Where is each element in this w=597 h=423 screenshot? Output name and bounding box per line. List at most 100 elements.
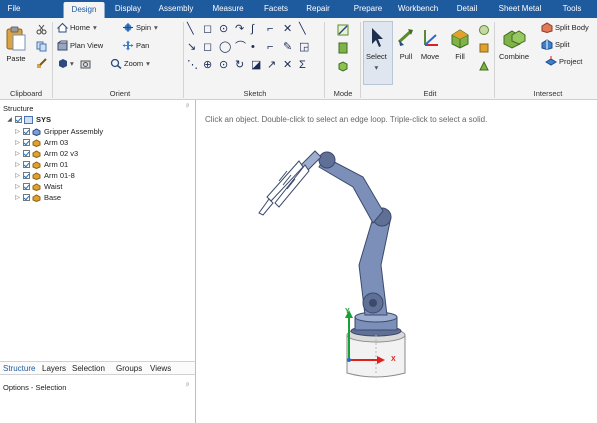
expand-triangle-icon[interactable]: ▷ xyxy=(14,172,21,179)
robot-arm-model[interactable] xyxy=(247,135,427,395)
sketch-line-icon[interactable]: ╲ xyxy=(187,24,194,35)
tab-file[interactable]: File xyxy=(8,0,21,18)
sketch-ellipse-icon[interactable]: ◯ xyxy=(219,42,231,53)
blend-icon[interactable] xyxy=(478,60,490,72)
pull-button[interactable]: Pull xyxy=(396,26,416,61)
visibility-checkbox[interactable] xyxy=(23,128,30,135)
visibility-checkbox[interactable] xyxy=(23,194,30,201)
sketch-circle-icon[interactable]: ⊙ xyxy=(219,24,228,35)
move-button[interactable]: Move xyxy=(419,26,441,61)
move-icon xyxy=(424,30,438,46)
copy-icon[interactable] xyxy=(36,41,47,52)
home-button[interactable]: Home ▾ xyxy=(57,22,97,33)
sketch-bend-icon[interactable]: ⌐ xyxy=(267,42,273,53)
sketch-split-curve-icon[interactable]: ✎ xyxy=(283,42,292,53)
sketch-dimension-icon[interactable]: Σ xyxy=(299,60,306,71)
expand-triangle-icon[interactable]: ▷ xyxy=(14,194,21,201)
tab-design[interactable]: Design xyxy=(63,2,105,18)
select-button[interactable]: Select ▾ xyxy=(366,26,387,72)
sketch-fillet-icon[interactable]: ◲ xyxy=(299,42,309,53)
tab-workbench[interactable]: Workbench xyxy=(398,0,438,18)
sketch-offset-icon[interactable]: ╲ xyxy=(299,24,306,35)
tab-facets[interactable]: Facets xyxy=(264,0,288,18)
sketch-construction-icon[interactable]: ⋱ xyxy=(187,60,198,71)
sketch-spline-icon[interactable]: ∫ xyxy=(251,24,254,35)
pin-icon[interactable]: ᵖ xyxy=(186,103,189,110)
tree-root[interactable]: ◢ SYS xyxy=(6,114,51,125)
offset-icon[interactable] xyxy=(478,42,490,54)
tree-item[interactable]: ▷ Gripper Assembly xyxy=(14,126,103,137)
expand-triangle-icon[interactable]: ▷ xyxy=(14,139,21,146)
pan-icon xyxy=(122,40,134,51)
split-body-button[interactable]: Split Body xyxy=(541,22,589,33)
orient-options-button[interactable]: ▾ xyxy=(57,58,93,69)
sketch-polyline-icon[interactable]: ⌐ xyxy=(267,24,273,35)
group-label-intersect: Intersect xyxy=(533,89,563,98)
sketch-tangent-line-icon[interactable]: ↘ xyxy=(187,42,196,53)
sketch-extend-icon[interactable]: ↗ xyxy=(267,60,276,71)
spin-button[interactable]: Spin ▾ xyxy=(122,22,158,33)
pan-button[interactable]: Pan xyxy=(122,40,149,51)
tab-assembly[interactable]: Assembly xyxy=(159,0,194,18)
tab-detail[interactable]: Detail xyxy=(457,0,477,18)
paste-button[interactable]: Paste xyxy=(5,26,27,63)
3d-viewport[interactable]: Click an object. Double-click to select … xyxy=(197,100,597,423)
visibility-checkbox[interactable] xyxy=(23,172,30,179)
sketch-concentric-icon[interactable]: ⊙ xyxy=(219,60,228,71)
panel-tab-selection[interactable]: Selection xyxy=(72,364,105,373)
format-painter-icon[interactable] xyxy=(36,58,47,69)
tree-item[interactable]: ▷ Arm 01 xyxy=(14,159,68,170)
tree-item[interactable]: ▷ Base xyxy=(14,192,61,203)
structure-panel: Structure ᵖ ◢ SYS ▷ Gripper Assembly ▷ A… xyxy=(0,100,196,423)
sketch-point-icon[interactable]: • xyxy=(251,42,255,53)
expand-triangle-icon[interactable]: ◢ xyxy=(6,116,13,123)
tab-measure[interactable]: Measure xyxy=(212,0,243,18)
tree-item[interactable]: ▷ Arm 02 v3 xyxy=(14,148,78,159)
panel-tabs: Structure Layers Selection Groups Views xyxy=(0,361,195,375)
panel-tab-layers[interactable]: Layers xyxy=(42,364,66,373)
body-icon xyxy=(32,160,41,169)
tab-tools[interactable]: Tools xyxy=(563,0,582,18)
sketch-mode-icon[interactable] xyxy=(337,24,349,36)
visibility-checkbox[interactable] xyxy=(23,139,30,146)
expand-triangle-icon[interactable]: ▷ xyxy=(14,161,21,168)
visibility-checkbox[interactable] xyxy=(15,116,22,123)
expand-triangle-icon[interactable]: ▷ xyxy=(14,150,21,157)
pin-icon[interactable]: ᵖ xyxy=(186,382,189,389)
expand-triangle-icon[interactable]: ▷ xyxy=(14,183,21,190)
sketch-three-point-arc-icon[interactable]: ↻ xyxy=(235,60,244,71)
sketch-project-icon[interactable]: ◪ xyxy=(251,60,261,71)
tab-repair[interactable]: Repair xyxy=(306,0,330,18)
section-mode-icon[interactable] xyxy=(337,42,349,54)
sketch-arc-icon[interactable]: ↷ xyxy=(235,24,244,35)
visibility-checkbox[interactable] xyxy=(23,161,30,168)
sketch-mirror-icon[interactable]: ✕ xyxy=(283,60,292,71)
sketch-polygon-icon[interactable]: ◻ xyxy=(203,42,212,53)
sketch-rounded-rect-icon[interactable]: ⊕ xyxy=(203,60,212,71)
tree-item[interactable]: ▷ Arm 03 xyxy=(14,137,68,148)
visibility-checkbox[interactable] xyxy=(23,183,30,190)
tree-item[interactable]: ▷ Arm 01-8 xyxy=(14,170,75,181)
panel-tab-views[interactable]: Views xyxy=(150,364,171,373)
panel-tab-structure[interactable]: Structure xyxy=(3,364,35,373)
zoom-button[interactable]: Zoom ▾ xyxy=(110,58,150,69)
tab-sheet-metal[interactable]: Sheet Metal xyxy=(499,0,542,18)
tree-item[interactable]: ▷ Waist xyxy=(14,181,62,192)
sketch-rectangle-icon[interactable]: ◻ xyxy=(203,24,212,35)
sketch-trim-icon[interactable]: ✕ xyxy=(283,24,292,35)
project-icon xyxy=(545,56,557,66)
sketch-sweep-arc-icon[interactable]: ⌒ xyxy=(235,42,246,53)
project-button[interactable]: Project xyxy=(545,56,582,67)
3d-mode-icon[interactable] xyxy=(337,60,349,72)
combine-button[interactable]: Combine xyxy=(499,26,529,61)
panel-tab-groups[interactable]: Groups xyxy=(116,364,142,373)
split-button[interactable]: Split xyxy=(541,39,570,50)
tab-prepare[interactable]: Prepare xyxy=(354,0,382,18)
tab-display[interactable]: Display xyxy=(115,0,141,18)
shell-icon[interactable] xyxy=(478,24,490,36)
visibility-checkbox[interactable] xyxy=(23,150,30,157)
cut-icon[interactable] xyxy=(36,24,47,35)
expand-triangle-icon[interactable]: ▷ xyxy=(14,128,21,135)
fill-button[interactable]: Fill xyxy=(448,26,472,61)
plan-view-button[interactable]: Plan View xyxy=(57,40,103,51)
